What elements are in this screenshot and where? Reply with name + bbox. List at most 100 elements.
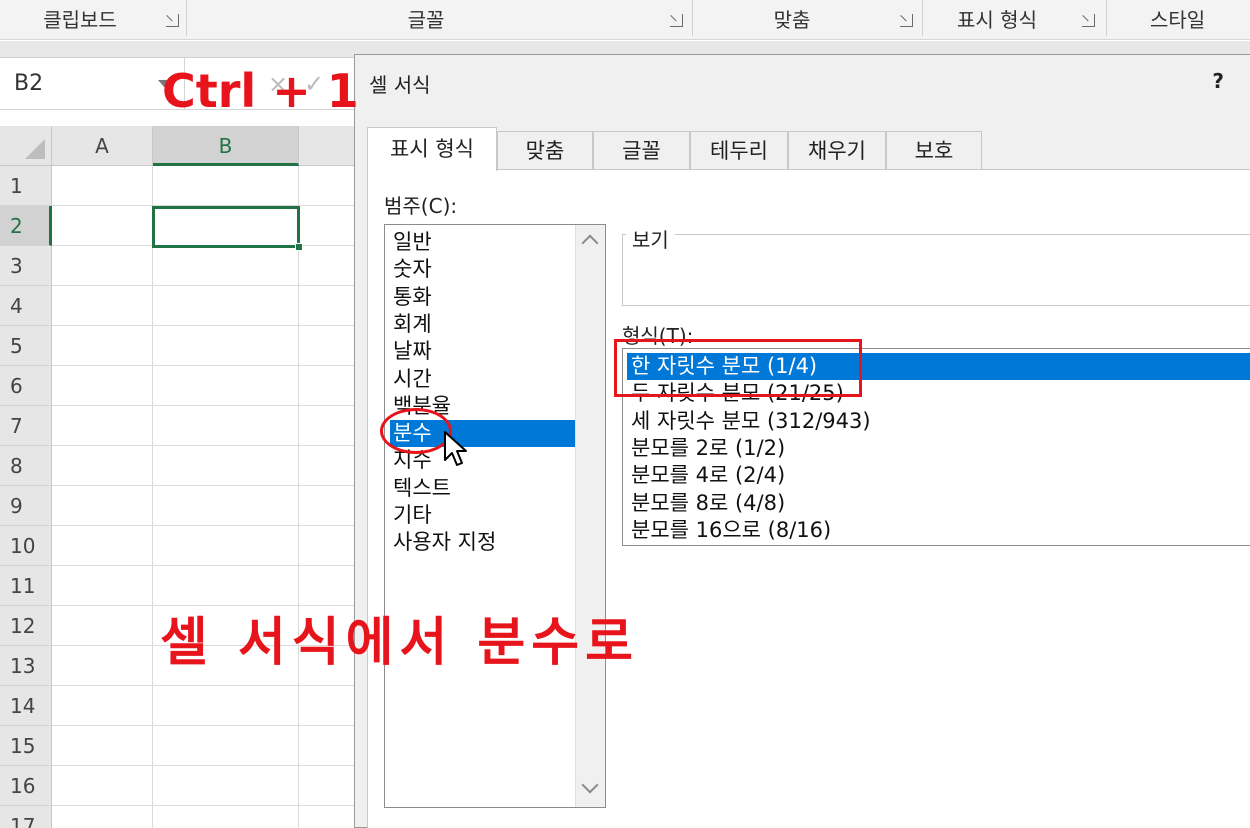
grid-cell[interactable]	[299, 246, 359, 286]
grid-cell[interactable]	[52, 766, 153, 806]
row-header-11[interactable]: 11	[0, 566, 52, 606]
grid-cell[interactable]	[52, 286, 153, 326]
type-item[interactable]: 분모를 8로 (4/8)	[627, 490, 1250, 517]
grid-cell[interactable]	[153, 486, 299, 526]
tab-protection[interactable]: 보호	[886, 131, 982, 171]
grid-cell[interactable]	[52, 326, 153, 366]
column-header-a[interactable]: A	[52, 126, 153, 166]
grid-cell[interactable]	[299, 766, 359, 806]
grid-cell[interactable]	[153, 446, 299, 486]
grid-cell[interactable]	[153, 406, 299, 446]
grid-cell[interactable]	[153, 526, 299, 566]
category-item[interactable]: 텍스트	[390, 475, 576, 502]
scroll-down-icon[interactable]	[581, 776, 599, 794]
grid-cell[interactable]	[153, 726, 299, 766]
category-item[interactable]: 일반	[390, 229, 576, 256]
row-header-6[interactable]: 6	[0, 366, 52, 406]
tab-number[interactable]: 표시 형식	[367, 127, 497, 171]
category-item[interactable]: 회계	[390, 311, 576, 338]
grid-cell[interactable]	[299, 326, 359, 366]
grid-cell[interactable]	[153, 806, 299, 828]
grid-cell[interactable]	[299, 726, 359, 766]
dialog-launcher-icon[interactable]	[670, 14, 683, 27]
row-header-16[interactable]: 16	[0, 766, 52, 806]
grid-cell[interactable]	[299, 286, 359, 326]
grid-cell[interactable]	[299, 366, 359, 406]
help-button[interactable]: ?	[1212, 69, 1224, 93]
category-item[interactable]: 날짜	[390, 338, 576, 365]
grid-cell[interactable]	[52, 806, 153, 828]
grid-cell[interactable]	[153, 286, 299, 326]
format-cells-dialog: 셀 서식 ? 표시 형식 맞춤 글꼴 테두리 채우기 보호 범주(C): 일반 숫…	[354, 54, 1250, 828]
selected-cell-b2[interactable]	[152, 206, 303, 251]
column-header-c[interactable]	[299, 126, 359, 166]
type-item[interactable]: 분모를 2로 (1/2)	[627, 435, 1250, 462]
type-item[interactable]: 분모를 16으로 (8/16)	[627, 517, 1250, 544]
grid-cell[interactable]	[299, 206, 359, 246]
select-all-button[interactable]	[0, 126, 52, 166]
grid-cell[interactable]	[299, 686, 359, 726]
grid-cell[interactable]	[153, 166, 299, 206]
type-item[interactable]: 세 자릿수 분모 (312/943)	[627, 408, 1250, 435]
row-header-15[interactable]: 15	[0, 726, 52, 766]
ribbon-group-clipboard: 클립보드	[43, 8, 117, 32]
column-header-b[interactable]: B	[153, 126, 299, 166]
grid-cell[interactable]	[52, 406, 153, 446]
grid-cell[interactable]	[299, 446, 359, 486]
category-scrollbar[interactable]	[575, 225, 605, 807]
grid-cell[interactable]	[52, 206, 153, 246]
dialog-launcher-icon[interactable]	[166, 14, 179, 27]
row-header-7[interactable]: 7	[0, 406, 52, 446]
grid-cell[interactable]	[52, 606, 153, 646]
grid-cell[interactable]	[299, 486, 359, 526]
category-item[interactable]: 통화	[390, 284, 576, 311]
category-item[interactable]: 사용자 지정	[390, 529, 576, 556]
tab-fill[interactable]: 채우기	[788, 131, 886, 171]
fill-handle[interactable]	[295, 243, 303, 251]
row-header-5[interactable]: 5	[0, 326, 52, 366]
grid-cell[interactable]	[299, 406, 359, 446]
row-header-10[interactable]: 10	[0, 526, 52, 566]
grid-cell[interactable]	[52, 366, 153, 406]
category-item[interactable]: 시간	[390, 366, 576, 393]
grid-cell[interactable]	[153, 326, 299, 366]
grid-cell[interactable]	[52, 166, 153, 206]
ribbon-separator	[1106, 0, 1107, 36]
grid-cell[interactable]	[299, 166, 359, 206]
grid-cell[interactable]	[153, 686, 299, 726]
grid-cell[interactable]	[52, 686, 153, 726]
grid-cell[interactable]	[52, 446, 153, 486]
grid-cell[interactable]	[153, 246, 299, 286]
row-header-14[interactable]: 14	[0, 686, 52, 726]
grid-cell[interactable]	[153, 766, 299, 806]
row-header-8[interactable]: 8	[0, 446, 52, 486]
grid-cell[interactable]	[52, 646, 153, 686]
grid-cell[interactable]	[52, 246, 153, 286]
category-item[interactable]: 숫자	[390, 256, 576, 283]
grid-cell[interactable]	[52, 726, 153, 766]
row-header-2[interactable]: 2	[0, 206, 52, 246]
tab-alignment[interactable]: 맞춤	[497, 131, 593, 171]
ribbon-group-number: 표시 형식	[957, 8, 1037, 32]
category-item[interactable]: 기타	[390, 502, 576, 529]
row-header-9[interactable]: 9	[0, 486, 52, 526]
grid-cell[interactable]	[299, 806, 359, 828]
row-header-3[interactable]: 3	[0, 246, 52, 286]
row-header-17[interactable]: 17	[0, 806, 52, 828]
row-header-1[interactable]: 1	[0, 166, 52, 206]
dialog-launcher-icon[interactable]	[900, 14, 913, 27]
grid-cell[interactable]	[299, 526, 359, 566]
tab-border[interactable]: 테두리	[690, 131, 788, 171]
dialog-launcher-icon[interactable]	[1082, 14, 1095, 27]
category-list[interactable]: 일반 숫자 통화 회계 날짜 시간 백분율 분수 지수 텍스트 기타 사용자 지정	[384, 224, 606, 808]
scroll-up-icon[interactable]	[581, 234, 599, 252]
grid-cell[interactable]	[52, 486, 153, 526]
tab-font[interactable]: 글꼴	[593, 131, 690, 171]
grid-cell[interactable]	[52, 566, 153, 606]
type-item[interactable]: 분모를 4로 (2/4)	[627, 462, 1250, 489]
row-header-12[interactable]: 12	[0, 606, 52, 646]
grid-cell[interactable]	[153, 366, 299, 406]
grid-cell[interactable]	[52, 526, 153, 566]
row-header-4[interactable]: 4	[0, 286, 52, 326]
row-header-13[interactable]: 13	[0, 646, 52, 686]
